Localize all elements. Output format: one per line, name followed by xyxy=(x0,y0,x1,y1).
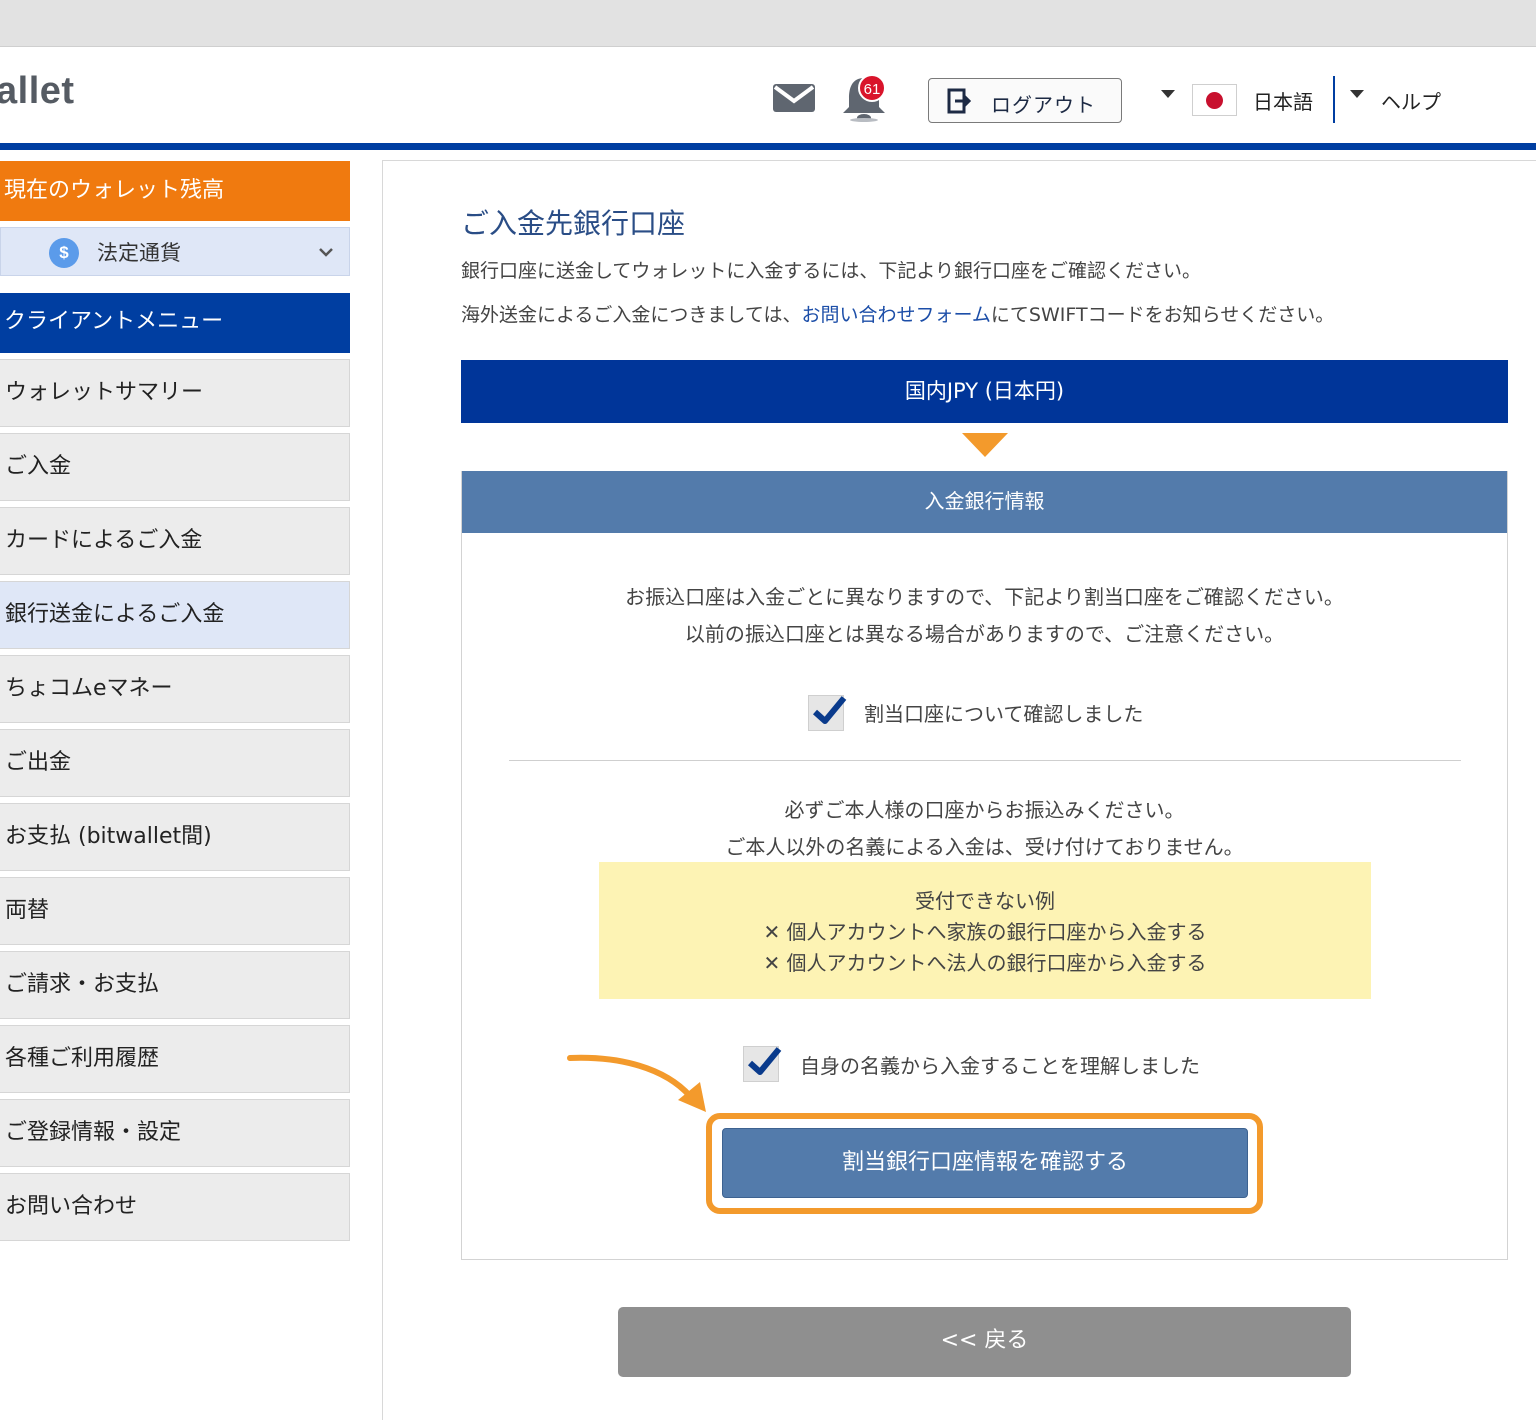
notice-text: お振込口座は入金ごとに異なりますので、下記より割当口座をご確認ください。 xyxy=(625,585,1344,609)
intro-text: 銀行口座に送金してウォレットに入金するには、下記より銀行口座をご確認ください。 xyxy=(461,260,1202,282)
notice-text: 以前の振込口座とは異なる場合がありますので、ご注意ください。 xyxy=(684,622,1285,646)
fiat-currency-dropdown[interactable]: $ 法定通貨 xyxy=(0,227,350,276)
mail-icon[interactable] xyxy=(772,82,816,114)
client-menu-header: クライアントメニュー xyxy=(0,293,350,353)
sidebar-item-wallet-summary[interactable]: ウォレットサマリー xyxy=(0,359,350,427)
confirm-account-checkbox[interactable] xyxy=(808,695,847,731)
notification-badge[interactable]: 61 xyxy=(858,74,886,102)
checkmark-icon xyxy=(812,696,847,724)
intro-text-swift: 海外送金によるご入金につきましては、お問い合わせフォームにてSWIFTコードをお… xyxy=(461,304,1335,326)
sidebar-item-settings[interactable]: ご登録情報・設定 xyxy=(0,1099,350,1167)
help-caret-icon[interactable] xyxy=(1350,90,1364,98)
notice-text: 必ずご本人様の口座からお振込みください。 xyxy=(784,798,1185,822)
wallet-balance-header[interactable]: 現在のウォレット残高 xyxy=(0,161,350,221)
confirm-bank-info-button[interactable]: 割当銀行口座情報を確認する xyxy=(722,1128,1248,1198)
logo[interactable]: allet xyxy=(0,70,75,113)
sidebar-item-card-deposit[interactable]: カードによるご入金 xyxy=(0,507,350,575)
confirm-account-label[interactable]: 割当口座について確認しました xyxy=(864,698,1143,727)
sidebar-item-billing[interactable]: ご請求・お支払 xyxy=(0,951,350,1019)
checkmark-icon xyxy=(747,1047,782,1075)
back-button[interactable]: << 戻る xyxy=(618,1307,1351,1377)
page-title: ご入金先銀行口座 xyxy=(461,207,686,240)
bank-info-header: 入金銀行情報 xyxy=(462,471,1507,533)
sidebar-item-contact[interactable]: お問い合わせ xyxy=(0,1173,350,1241)
header-rule xyxy=(0,143,1536,150)
warning-item: ✕ 個人アカウントへ家族の銀行口座から入金する xyxy=(763,920,1207,944)
browser-top-strip xyxy=(0,0,1536,47)
warning-item: ✕ 個人アカウントへ法人の銀行口座から入金する xyxy=(763,951,1207,975)
dollar-coin-icon: $ xyxy=(49,238,79,268)
sidebar-item-history[interactable]: 各種ご利用履歴 xyxy=(0,1025,350,1093)
divider xyxy=(509,760,1461,761)
language-selector[interactable]: 日本語 xyxy=(1253,86,1313,115)
sidebar-item-bank-deposit[interactable]: 銀行送金によるご入金 xyxy=(0,581,350,649)
pointer-arrow-icon xyxy=(567,1054,706,1112)
header-divider xyxy=(1333,76,1335,123)
japan-flag-icon[interactable] xyxy=(1192,84,1237,116)
fiat-label: 法定通貨 xyxy=(97,241,181,265)
notice-text: ご本人以外の名義による入金は、受け付けておりません。 xyxy=(725,835,1244,859)
currency-bar: 国内JPY (日本円) xyxy=(461,360,1508,423)
own-name-label[interactable]: 自身の名義から入金することを理解しました xyxy=(800,1050,1200,1079)
sidebar-item-withdraw[interactable]: ご出金 xyxy=(0,729,350,797)
sidebar-item-deposit[interactable]: ご入金 xyxy=(0,433,350,501)
help-link[interactable]: ヘルプ xyxy=(1381,86,1441,115)
down-triangle-icon xyxy=(962,433,1008,457)
sidebar-item-exchange[interactable]: 両替 xyxy=(0,877,350,945)
own-name-checkbox[interactable] xyxy=(743,1046,782,1082)
logout-button[interactable]: ログアウト xyxy=(928,78,1122,123)
sidebar-item-chocom[interactable]: ちょコムeマネー xyxy=(0,655,350,723)
language-caret-icon[interactable] xyxy=(1161,90,1175,98)
contact-form-link[interactable]: お問い合わせフォーム xyxy=(801,304,990,326)
warning-title: 受付できない例 xyxy=(915,889,1055,913)
logout-icon xyxy=(947,88,972,114)
sidebar-item-payment[interactable]: お支払 (bitwallet間) xyxy=(0,803,350,871)
chevron-down-icon xyxy=(319,248,333,257)
logout-label: ログアウト xyxy=(991,93,1096,117)
